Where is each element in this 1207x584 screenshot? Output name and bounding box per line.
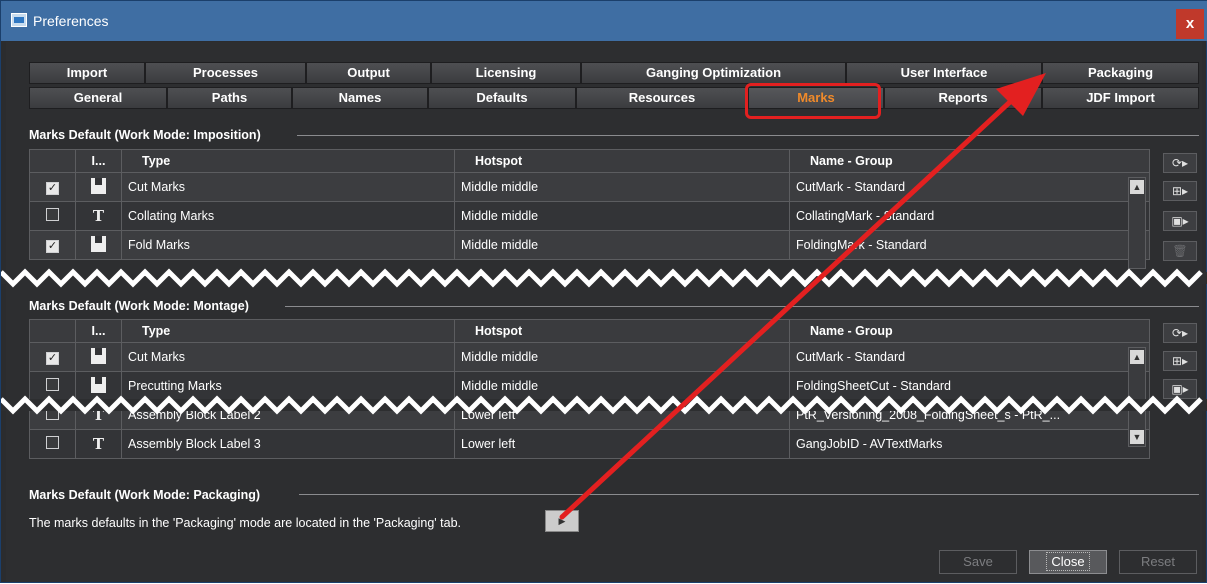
tab-ganging-optimization[interactable]: Ganging Optimization [581, 62, 846, 84]
tab-row-2: General Paths Names Defaults Resources M… [29, 87, 1199, 109]
tab-user-interface[interactable]: User Interface [846, 62, 1042, 84]
tab-processes[interactable]: Processes [145, 62, 306, 84]
scroll-down-icon[interactable]: ▼ [1130, 430, 1144, 444]
column-header-hotspot[interactable]: Hotspot [454, 149, 790, 173]
mark-icon [91, 235, 106, 252]
name-group-cell: CutMark - Standard [789, 342, 1150, 372]
section-divider [299, 494, 1199, 495]
close-button[interactable]: Close [1029, 550, 1107, 574]
table-row[interactable]: T Assembly Block Label 3 Lower left Gang… [29, 429, 1150, 459]
row-checkbox[interactable] [46, 436, 59, 449]
text-icon: T [92, 207, 105, 225]
hotspot-cell: Lower left [454, 429, 790, 459]
packaging-info-text: The marks defaults in the 'Packaging' mo… [29, 516, 462, 530]
tab-general[interactable]: General [29, 87, 167, 109]
montage-marks-table: I... Type Hotspot Name - Group ✓ Cut Mar… [29, 319, 1150, 459]
row-checkbox[interactable] [46, 378, 59, 391]
row-checkbox[interactable]: ✓ [46, 351, 59, 365]
tab-reports[interactable]: Reports [884, 87, 1042, 109]
name-group-cell: CutMark - Standard [789, 172, 1150, 202]
hotspot-cell: Middle middle [454, 201, 790, 231]
hotspot-cell: Middle middle [454, 342, 790, 372]
imposition-scrollbar[interactable]: ▲ [1128, 177, 1146, 269]
add-mark-icon[interactable]: ⊞▸ [1163, 351, 1197, 371]
tab-defaults[interactable]: Defaults [428, 87, 576, 109]
table-header: I... Type Hotspot Name - Group [29, 149, 1150, 173]
tab-names[interactable]: Names [292, 87, 428, 109]
table-row[interactable]: T Collating Marks Middle middle Collatin… [29, 201, 1150, 231]
add-mark-icon[interactable]: ⊞▸ [1163, 181, 1197, 201]
name-group-cell: FoldingMark - Standard [789, 230, 1150, 260]
column-header-type[interactable]: Type [121, 319, 455, 343]
tab-licensing[interactable]: Licensing [431, 62, 581, 84]
tab-packaging[interactable]: Packaging [1042, 62, 1199, 84]
go-to-packaging-button[interactable]: ▶ [545, 510, 579, 532]
row-checkbox[interactable]: ✓ [46, 181, 59, 195]
table-row[interactable]: ✓ Cut Marks Middle middle CutMark - Stan… [29, 172, 1150, 202]
tab-resources[interactable]: Resources [576, 87, 748, 109]
type-cell: Fold Marks [121, 230, 455, 260]
section-divider [285, 306, 1199, 307]
column-header-icon[interactable]: I... [75, 149, 122, 173]
window-title: Preferences [33, 13, 109, 29]
preferences-window: Preferences x Import Processes Output Li… [0, 0, 1207, 583]
app-icon [11, 13, 27, 27]
hotspot-cell: Middle middle [454, 172, 790, 202]
column-header-check[interactable] [29, 149, 76, 173]
column-header-hotspot[interactable]: Hotspot [454, 319, 790, 343]
marks-tab-highlight [745, 83, 881, 119]
type-cell: Cut Marks [121, 342, 455, 372]
section-divider [297, 135, 1199, 136]
tab-output[interactable]: Output [306, 62, 431, 84]
mark-icon [91, 347, 106, 364]
scroll-up-icon[interactable]: ▲ [1130, 350, 1144, 364]
packaging-section-title: Marks Default (Work Mode: Packaging) [29, 488, 261, 502]
text-icon: T [92, 435, 105, 453]
column-header-icon[interactable]: I... [75, 319, 122, 343]
type-cell: Assembly Block Label 3 [121, 429, 455, 459]
close-window-button[interactable]: x [1176, 9, 1204, 39]
column-header-name-group[interactable]: Name - Group [789, 319, 1150, 343]
hotspot-cell: Middle middle [454, 230, 790, 260]
tab-paths[interactable]: Paths [167, 87, 292, 109]
screenshot-tear-divider [1, 395, 1207, 415]
imposition-section-title: Marks Default (Work Mode: Imposition) [29, 128, 261, 142]
tab-import[interactable]: Import [29, 62, 145, 84]
refresh-icon[interactable]: ⟳▸ [1163, 153, 1197, 173]
screenshot-tear-divider [1, 268, 1207, 288]
save-button[interactable]: Save [939, 550, 1017, 574]
refresh-icon[interactable]: ⟳▸ [1163, 323, 1197, 343]
row-checkbox[interactable] [46, 208, 59, 221]
title-bar: Preferences x [1, 1, 1207, 41]
column-header-check[interactable] [29, 319, 76, 343]
row-checkbox[interactable]: ✓ [46, 239, 59, 253]
scroll-up-icon[interactable]: ▲ [1130, 180, 1144, 194]
reset-button[interactable]: Reset [1119, 550, 1197, 574]
mark-icon [91, 376, 106, 393]
name-group-cell: GangJobID - AVTextMarks [789, 429, 1150, 459]
tab-row-1: Import Processes Output Licensing Gangin… [29, 62, 1199, 84]
column-header-name-group[interactable]: Name - Group [789, 149, 1150, 173]
table-row[interactable]: ✓ Fold Marks Middle middle FoldingMark -… [29, 230, 1150, 260]
table-row[interactable]: ✓ Cut Marks Middle middle CutMark - Stan… [29, 342, 1150, 372]
type-cell: Collating Marks [121, 201, 455, 231]
name-group-cell: CollatingMark - Standard [789, 201, 1150, 231]
copy-icon[interactable]: ▣▸ [1163, 211, 1197, 231]
column-header-type[interactable]: Type [121, 149, 455, 173]
trash-icon[interactable]: 🗑 [1163, 241, 1197, 261]
close-button-label: Close [1046, 552, 1090, 571]
montage-section-title: Marks Default (Work Mode: Montage) [29, 299, 249, 313]
tab-jdf-import[interactable]: JDF Import [1042, 87, 1199, 109]
table-header: I... Type Hotspot Name - Group [29, 319, 1150, 343]
imposition-marks-table: I... Type Hotspot Name - Group ✓ Cut Mar… [29, 149, 1150, 260]
mark-icon [91, 177, 106, 194]
type-cell: Cut Marks [121, 172, 455, 202]
